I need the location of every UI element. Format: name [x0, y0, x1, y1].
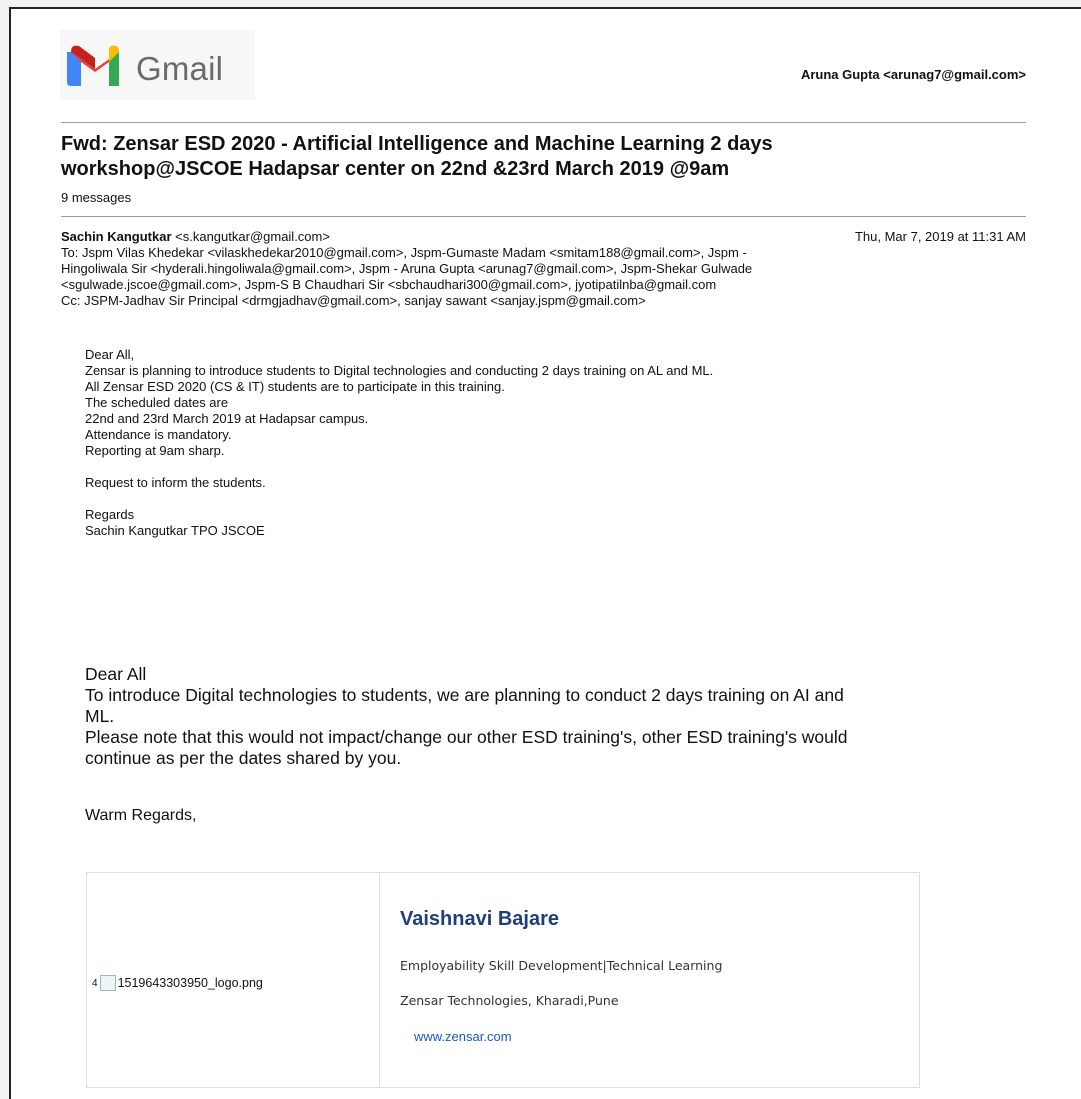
- broken-image: 4 1519643303950_logo.png: [92, 975, 263, 991]
- account-email: Aruna Gupta <arunag7@gmail.com>: [800, 67, 1026, 82]
- subject-line-1: Fwd: Zensar ESD 2020 - Artificial Intell…: [61, 133, 773, 155]
- cc-line: Cc: JSPM-Jadhav Sir Principal <drmgjadha…: [61, 293, 646, 308]
- image-alt-text: 1519643303950_logo.png: [117, 976, 263, 990]
- closing-line: Warm Regards,: [85, 807, 197, 824]
- subject-divider: [61, 216, 1026, 217]
- email-signature: 4 1519643303950_logo.png Vaishnavi Bajar…: [86, 872, 920, 1088]
- subject-line-2: workshop@JSCOE Hadapsar center on 22nd &…: [61, 158, 730, 180]
- signature-logo-cell: 4 1519643303950_logo.png: [87, 873, 380, 1087]
- original-body: Dear All To introduce Digital technologi…: [85, 664, 1015, 826]
- image-prefix: 4: [92, 977, 98, 989]
- gmail-m-icon: [67, 45, 119, 86]
- body-line: Dear All: [85, 664, 147, 684]
- body-line: The scheduled dates are: [85, 395, 229, 410]
- signature-details-cell: Vaishnavi Bajare Employability Skill Dev…: [380, 873, 919, 1087]
- thread-subject: Fwd: Zensar ESD 2020 - Artificial Intell…: [61, 132, 961, 182]
- gmail-wordmark: Gmail: [136, 50, 224, 87]
- body-line: To introduce Digital technologies to stu…: [85, 685, 844, 705]
- body-line: Request to inform the students.: [85, 475, 266, 490]
- broken-image-icon: [99, 975, 116, 991]
- body-line: continue as per the dates shared by you.: [85, 748, 402, 768]
- recipients-line-1: To: Jspm Vilas Khedekar <vilaskhedekar20…: [61, 245, 747, 260]
- recipients-line-2: Hingoliwala Sir <hyderali.hingoliwala@gm…: [61, 261, 753, 276]
- body-line: All Zensar ESD 2020 (CS & IT) students a…: [85, 379, 505, 394]
- header-divider: [61, 122, 1026, 123]
- body-line: 22nd and 23rd March 2019 at Hadapsar cam…: [85, 411, 369, 426]
- body-line: Dear All,: [85, 347, 135, 362]
- message-count: 9 messages: [61, 190, 132, 205]
- signature-role: Employability Skill Development|Technica…: [400, 958, 723, 973]
- signature-name: Vaishnavi Bajare: [400, 908, 559, 930]
- website-link[interactable]: www.zensar.com: [414, 1029, 512, 1044]
- body-line: Please note that this would not impact/c…: [85, 727, 848, 747]
- recipients-line-3: <sgulwade.jscoe@gmail.com>, Jspm-S B Cha…: [61, 277, 717, 292]
- signature-company: Zensar Technologies, Kharadi,Pune: [400, 993, 619, 1008]
- body-line: Sachin Kangutkar TPO JSCOE: [85, 523, 265, 538]
- body-line: Reporting at 9am sharp.: [85, 443, 225, 458]
- message-date: Thu, Mar 7, 2019 at 11:31 AM: [854, 229, 1026, 244]
- body-line: ML.: [85, 706, 115, 726]
- body-line: Zensar is planning to introduce students…: [85, 363, 714, 378]
- sender-name: Sachin Kangutkar: [61, 229, 172, 244]
- body-line: Regards: [85, 507, 135, 522]
- sender-email: <s.kangutkar@gmail.com>: [171, 229, 330, 244]
- forwarded-body: Dear All, Zensar is planning to introduc…: [85, 347, 713, 539]
- body-line: Attendance is mandatory.: [85, 427, 232, 442]
- message-header: Sachin Kangutkar <s.kangutkar@gmail.com>…: [61, 229, 1026, 309]
